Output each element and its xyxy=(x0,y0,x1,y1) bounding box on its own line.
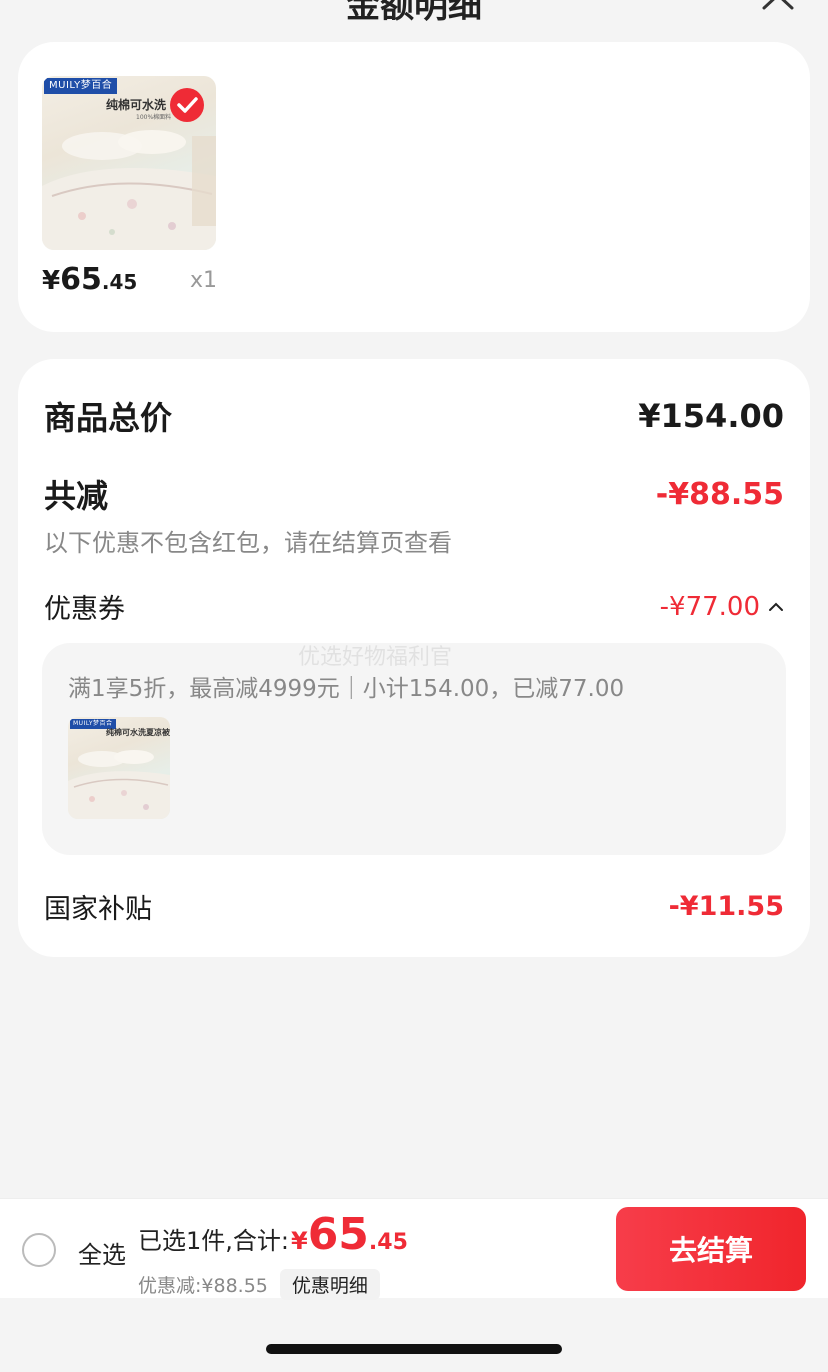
select-all-label[interactable]: 全选 xyxy=(78,1235,126,1270)
home-indicator[interactable] xyxy=(266,1344,562,1354)
total-discount-row: 共减 -¥88.55 xyxy=(44,471,784,517)
coupon-label: 优惠券 xyxy=(44,594,125,625)
coupon-value: -¥77.00 xyxy=(659,591,760,622)
image-title: 纯棉可水洗夏凉被 xyxy=(106,728,170,737)
product-thumbnail[interactable]: MUILY梦百合 纯棉可水洗 100%棉面料 xyxy=(42,76,216,250)
price-integer: 65 xyxy=(60,262,102,297)
selected-total: 已选1件,合计: ¥ 65 .45 xyxy=(138,1209,408,1260)
total-currency: ¥ xyxy=(290,1227,308,1255)
discount-detail-button[interactable]: 优惠明细 xyxy=(279,1269,380,1300)
total-price-row: 商品总价 ¥154.00 xyxy=(44,393,784,439)
selected-check-icon[interactable] xyxy=(170,88,204,122)
image-subtitle: 100%棉面料 xyxy=(136,114,172,121)
coupon-product-thumbnail[interactable]: MUILY梦百合 纯棉可水洗夏凉被 xyxy=(68,717,170,819)
close-icon[interactable] xyxy=(758,0,798,12)
watermark-text: 优选好物福利官 xyxy=(298,645,453,670)
product-card: MUILY梦百合 纯棉可水洗 100%棉面料 ¥65.45 x1 xyxy=(18,42,810,332)
coupon-rule-text: 满1享5折，最高减4999元｜小计154.00，已减77.00 xyxy=(68,676,625,702)
amount-detail-sheet: 金额明细 MUILY梦百合 纯棉可水洗 100%棉面料 ¥65.45 x1 商品… xyxy=(0,0,828,1372)
price-summary-card: 商品总价 ¥154.00 共减 -¥88.55 以下优惠不包含红包，请在结算页查… xyxy=(18,359,810,957)
discount-amount-text: 优惠减:¥88.55 xyxy=(138,1275,268,1297)
coupon-detail-box: 满1享5折，最高减4999元｜小计154.00，已减77.00 MUILY梦百合… xyxy=(42,643,786,855)
subsidy-value: -¥11.55 xyxy=(668,891,784,922)
discount-note: 以下优惠不包含红包，请在结算页查看 xyxy=(44,529,452,557)
brand-tag: MUILY梦百合 xyxy=(44,78,118,94)
image-title: 纯棉可水洗 xyxy=(106,98,167,112)
total-discount-label: 共减 xyxy=(44,477,109,515)
checkout-bar: 全选 已选1件,合计: ¥ 65 .45 优惠减:¥88.55 优惠明细 去结算 xyxy=(0,1198,828,1300)
sheet-title: 金额明细 xyxy=(346,0,482,26)
chevron-up-icon[interactable] xyxy=(768,602,784,612)
total-integer: 65 xyxy=(307,1209,369,1260)
coupon-row[interactable]: 优惠券 -¥77.00 xyxy=(44,587,784,626)
select-all-radio[interactable] xyxy=(22,1233,56,1267)
price-decimal: .45 xyxy=(101,270,138,294)
checkout-button[interactable]: 去结算 xyxy=(616,1207,806,1291)
total-discount-value: -¥88.55 xyxy=(655,476,784,512)
price-currency: ¥ xyxy=(42,266,61,296)
total-price-label: 商品总价 xyxy=(44,399,173,437)
selected-count-text: 已选1件,合计: xyxy=(138,1227,289,1255)
product-price: ¥65.45 xyxy=(42,262,137,297)
coupon-value-group[interactable]: -¥77.00 xyxy=(660,592,784,622)
subsidy-label: 国家补贴 xyxy=(44,894,152,925)
subsidy-row: 国家补贴 -¥11.55 xyxy=(44,887,784,926)
total-price-value: ¥154.00 xyxy=(638,397,784,435)
product-quantity: x1 xyxy=(190,268,218,293)
total-decimal: .45 xyxy=(368,1230,408,1255)
discount-line: 优惠减:¥88.55 优惠明细 xyxy=(138,1269,380,1300)
